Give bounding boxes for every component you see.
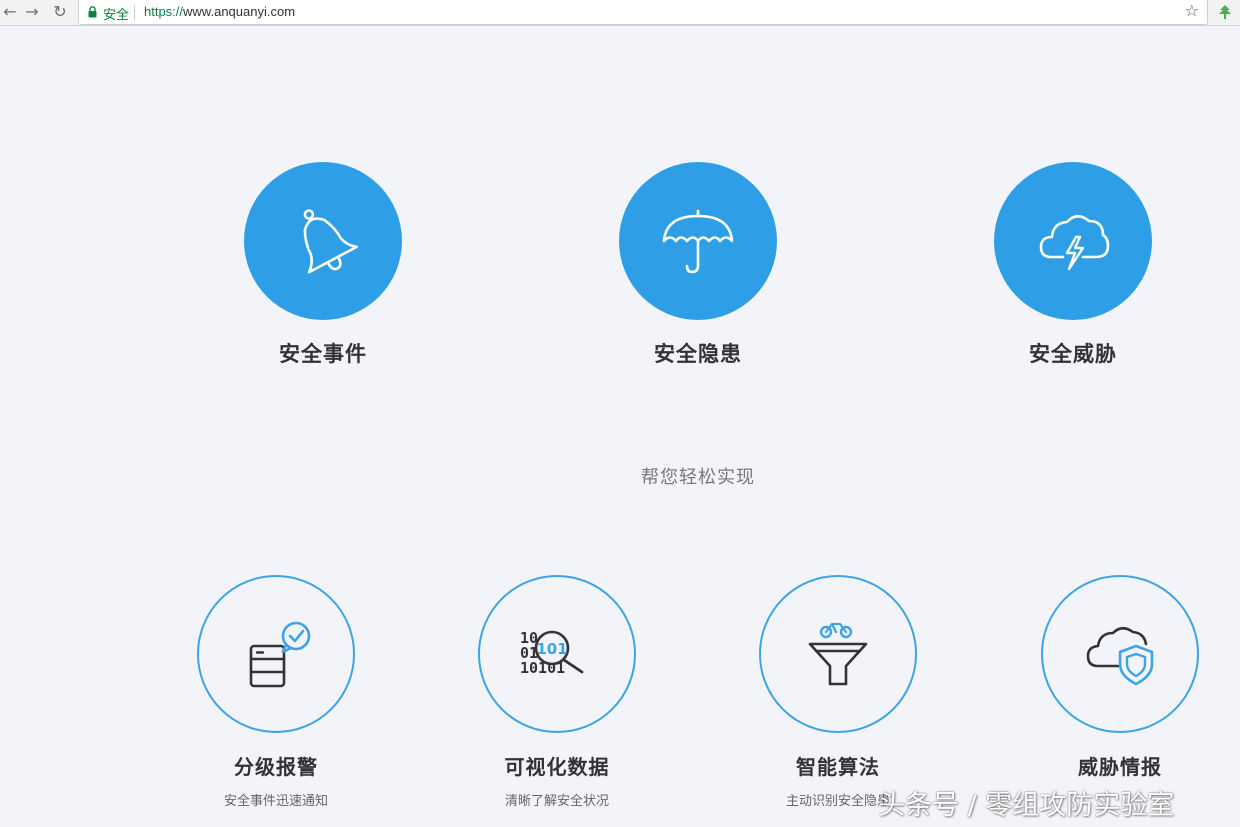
forward-icon[interactable]: →: [22, 2, 42, 22]
secure-label: 安全: [103, 8, 130, 23]
feature-security-hazards: 安全隐患: [588, 162, 808, 368]
capability-title: 可视化数据: [504, 755, 610, 779]
capability-threat-intel: 威胁情报: [1010, 575, 1230, 790]
cloud-lightning-icon: [1039, 214, 1110, 271]
capability-graded-alarm: 分级报警 安全事件迅速通知: [166, 575, 386, 809]
url-scheme: https://: [144, 4, 184, 19]
browser-toolbar: ← → ↻ 安全 https://www.anquanyi.com ☆: [0, 0, 1240, 26]
capability-desc: 安全事件迅速通知: [223, 794, 328, 809]
feature-circle: [619, 162, 777, 320]
feature-label: 安全事件: [279, 342, 367, 366]
lock-icon: [88, 6, 97, 18]
watermark: 头条号 / 零组攻防实验室: [878, 790, 1175, 821]
address-bar[interactable]: 安全 https://www.anquanyi.com ☆: [78, 0, 1208, 25]
funnel-icon: [808, 622, 868, 686]
svg-text:101: 101: [536, 640, 567, 658]
feature-security-events: 安全事件: [213, 162, 433, 368]
feature-circle: [994, 162, 1152, 320]
feature-security-threats: 安全威胁: [963, 162, 1183, 368]
bell-icon: [303, 209, 358, 274]
capability-ring: 10 01 10101 101: [478, 575, 636, 733]
star-icon[interactable]: ☆: [1185, 1, 1199, 20]
capability-desc: 清晰了解安全状况: [504, 794, 609, 809]
server-alert-icon: [249, 621, 311, 688]
binary-search-icon: 10 01 10101 101: [520, 629, 584, 677]
capability-ring: [1041, 575, 1199, 733]
capability-title: 智能算法: [796, 755, 880, 779]
feature-circle: [244, 162, 402, 320]
url-text[interactable]: https://www.anquanyi.com: [144, 4, 295, 19]
extension-icon[interactable]: [1216, 4, 1234, 20]
reload-icon[interactable]: ↻: [50, 2, 70, 22]
capability-ring: [759, 575, 917, 733]
url-separator: [134, 5, 135, 20]
section-subtitle: 帮您轻松实现: [641, 467, 755, 488]
capability-smart-algorithm: 智能算法 主动识别安全隐患: [728, 575, 948, 809]
capability-ring: [197, 575, 355, 733]
capability-visual-data: 10 01 10101 101 可视化数据 清晰了解安全状况: [447, 575, 667, 809]
cloud-shield-icon: [1086, 626, 1154, 686]
capability-title: 分级报警: [234, 755, 318, 779]
feature-label: 安全威胁: [1029, 342, 1117, 366]
capability-title: 威胁情报: [1078, 755, 1162, 779]
feature-label: 安全隐患: [654, 342, 742, 366]
url-host: www.anquanyi.com: [183, 4, 296, 19]
back-icon[interactable]: ←: [0, 2, 20, 22]
umbrella-icon: [662, 209, 734, 274]
